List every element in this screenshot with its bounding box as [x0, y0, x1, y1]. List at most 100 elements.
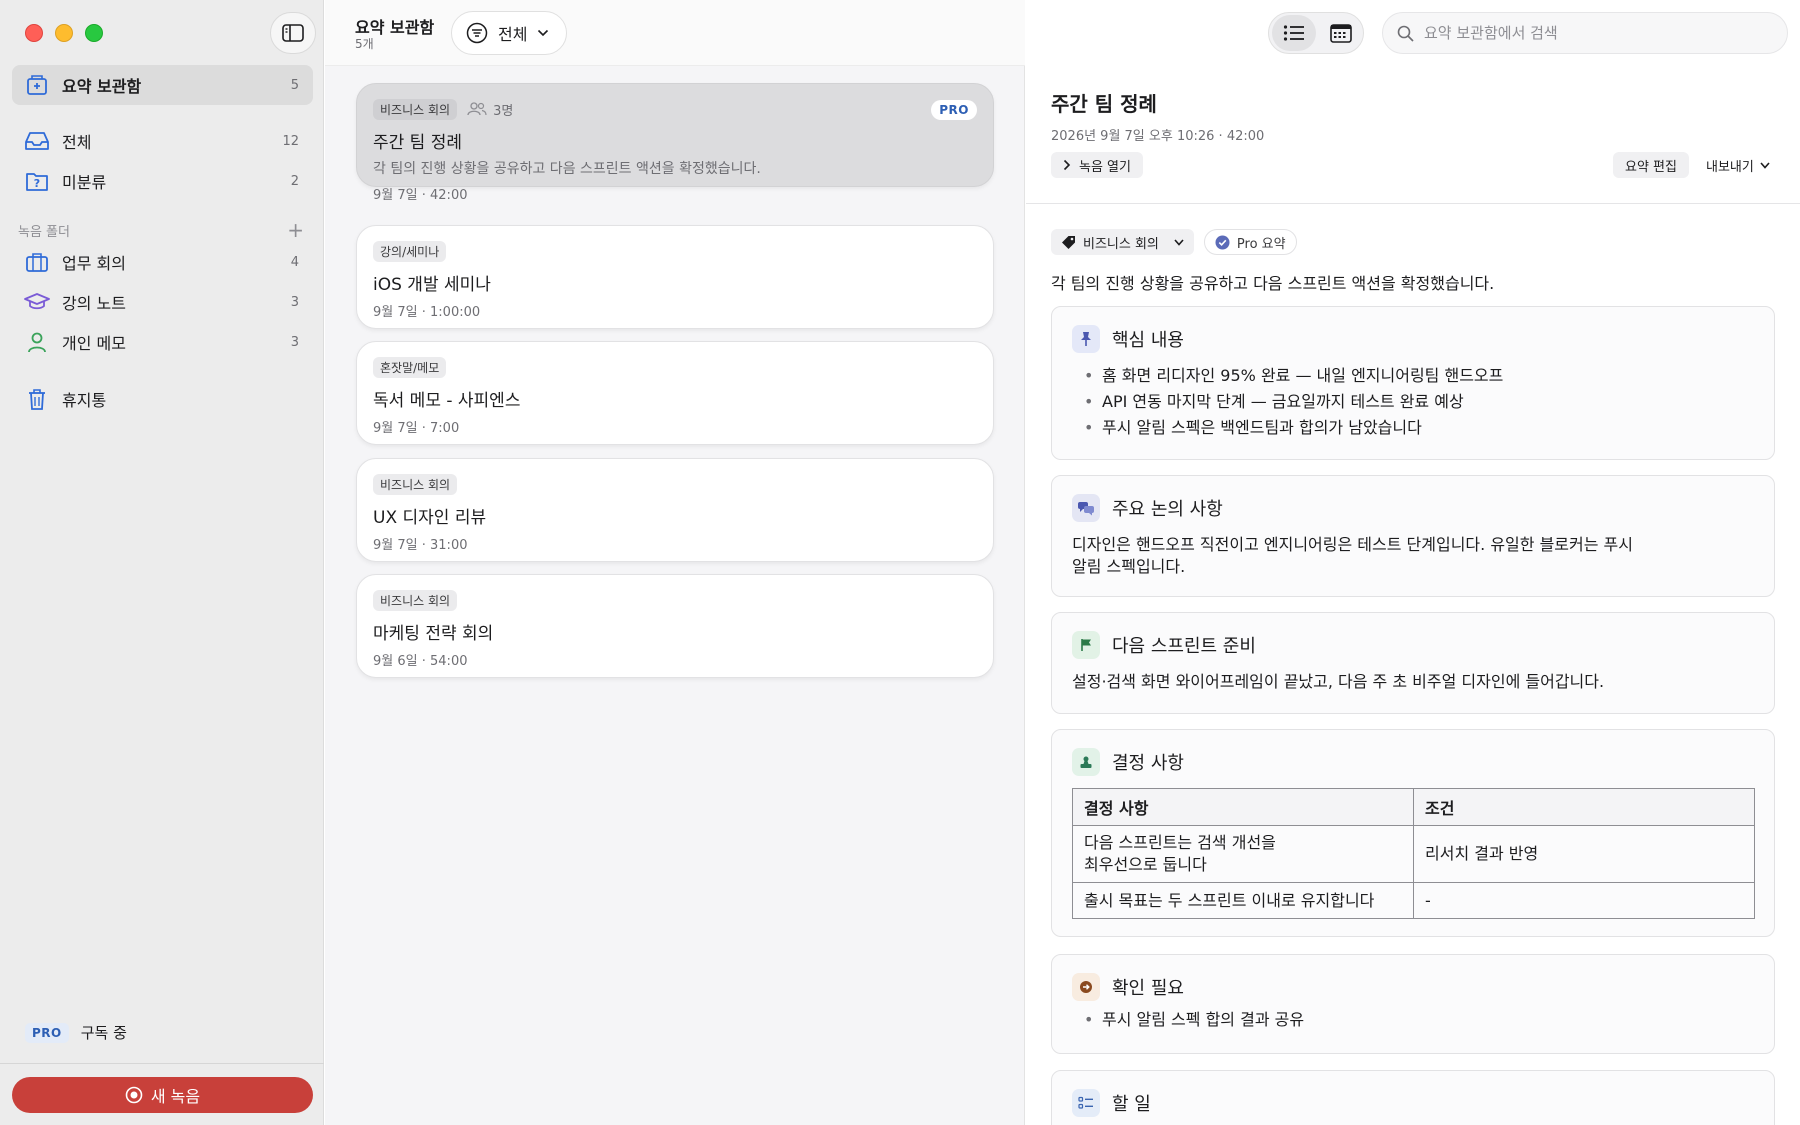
arrow-circle-icon: [1072, 973, 1100, 1001]
list-item: 푸시 알림 스펙은 백엔드팀과 합의가 남았습니다: [1072, 415, 1754, 441]
minimize-window-button[interactable]: [55, 24, 73, 42]
card-date: 9월 7일: [373, 305, 418, 320]
table-cell: 리서치 결과 반영: [1413, 825, 1755, 883]
table-header: 조건: [1413, 788, 1755, 826]
edit-summary-button[interactable]: 요약 편집: [1613, 152, 1689, 178]
table-cell: -: [1413, 882, 1755, 919]
card-meta: 9월 7일 · 7:00: [373, 421, 460, 436]
table-row: 출시 목표는 두 스프린트 이내로 유지합니다 -: [1072, 882, 1755, 919]
card-meta: 9월 7일 · 1:00:00: [373, 305, 481, 320]
card-title: 마케팅 전략 회의: [373, 624, 494, 644]
list-item: 홈 화면 리디자인 95% 완료 — 내일 엔지니어링팀 핸드오프: [1072, 363, 1754, 389]
card-meta: 9월 7일 · 31:00: [373, 538, 468, 553]
card-date: 9월 7일: [373, 188, 418, 203]
list-item: 푸시 알림 스펙 합의 결과 공유: [1072, 1007, 1754, 1033]
calendar-icon: [1330, 24, 1352, 43]
zoom-window-button[interactable]: [85, 24, 103, 42]
sidebar-item-trash[interactable]: 휴지통: [12, 379, 313, 419]
category-tag: 강의/세미나: [373, 240, 447, 262]
section-title: 다음 스프린트 준비: [1112, 636, 1256, 657]
sidebar-item-label: 개인 메모: [62, 334, 126, 353]
card-meta: 9월 7일 · 42:00: [373, 188, 468, 203]
sidebar-item-count: 3: [290, 294, 299, 310]
category-tag: 혼잣말/메모: [373, 356, 447, 378]
decision-text: 최우선으로 둡니다: [1084, 855, 1207, 874]
view-mode-toggle: [1268, 12, 1364, 54]
open-recording-button[interactable]: 녹음 열기: [1051, 152, 1143, 178]
category-tag: 비즈니스 회의: [373, 589, 458, 611]
pro-summary-label: Pro 요약: [1236, 236, 1286, 252]
open-recording-label: 녹음 열기: [1079, 159, 1131, 175]
list-header: 요약 보관함 5개 전체: [325, 0, 1025, 66]
detail-datetime: 2026년 9월 7일 오후 10:26: [1051, 129, 1215, 144]
list-count: 5개: [355, 37, 374, 51]
sidebar-divider: [0, 1063, 324, 1064]
sidebar-item-count: 3: [290, 334, 299, 350]
category-tag: 비즈니스 회의: [373, 473, 458, 495]
table-cell: 다음 스프린트는 검색 개선을 최우선으로 둡니다: [1072, 825, 1414, 883]
summary-text: 각 팀의 진행 상황을 공유하고 다음 스프린트 액션을 확정했습니다.: [1051, 274, 1495, 293]
detail-duration: 42:00: [1226, 129, 1265, 144]
calendar-view-button[interactable]: [1319, 15, 1363, 51]
card-duration: 54:00: [430, 654, 468, 669]
sidebar-item-count: 12: [282, 133, 299, 149]
new-recording-label: 새 녹음: [150, 1087, 201, 1106]
list-item: API 연동 마지막 단계 — 금요일까지 테스트 완료 예상: [1072, 389, 1754, 415]
export-label: 내보내기: [1706, 159, 1754, 175]
sidebar-icon: [282, 24, 304, 42]
section-title: 할 일: [1112, 1094, 1151, 1115]
subscription-status: PRO 구독 중: [25, 1022, 127, 1043]
verified-badge-icon: [1215, 235, 1230, 249]
table-row: 다음 스프린트는 검색 개선을 최우선으로 둡니다 리서치 결과 반영: [1072, 825, 1755, 883]
category-label: 비즈니스 회의: [1083, 236, 1159, 252]
sidebar-item-uncategorized[interactable]: ? 미분류 2: [12, 161, 313, 201]
filter-dropdown[interactable]: 전체: [451, 11, 567, 55]
summary-card[interactable]: 강의/세미나 iOS 개발 세미나 9월 7일 · 1:00:00: [356, 225, 994, 329]
sidebar-item-summary-archive[interactable]: 요약 보관함 5: [12, 65, 313, 105]
sidebar-item-lecture-notes[interactable]: 강의 노트 3: [12, 282, 313, 322]
card-duration: 42:00: [430, 188, 468, 203]
sidebar-item-label: 강의 노트: [62, 294, 126, 313]
summary-card[interactable]: 비즈니스 회의 UX 디자인 리뷰 9월 7일 · 31:00: [356, 458, 994, 562]
section-text: 설정·검색 화면 와이어프레임이 끝났고, 다음 주 초 비주얼 디자인에 들어…: [1072, 672, 1605, 691]
card-duration: 7:00: [430, 421, 460, 436]
card-title: 주간 팀 정례: [373, 133, 463, 153]
sidebar-item-personal-memo[interactable]: 개인 메모 3: [12, 322, 313, 362]
new-recording-button[interactable]: 새 녹음: [12, 1077, 313, 1113]
sidebar-item-count: 2: [290, 173, 299, 189]
summary-card[interactable]: 혼잣말/메모 독서 메모 - 사피엔스 9월 7일 · 7:00: [356, 341, 994, 445]
sidebar-item-label: 전체: [62, 133, 92, 152]
summary-card[interactable]: 비즈니스 회의 3명 PRO 주간 팀 정례 각 팀의 진행 상황을 공유하고 …: [356, 83, 994, 203]
tag-icon: [1062, 235, 1075, 249]
sidebar-toggle-button[interactable]: [270, 12, 316, 54]
pin-icon: [1072, 325, 1100, 353]
check-needed-section: 확인 필요 푸시 알림 스펙 합의 결과 공유: [1051, 954, 1775, 1054]
participants: 3명: [467, 100, 513, 119]
checklist-icon: [1072, 1089, 1100, 1117]
folders-section-title: 녹음 폴더: [18, 224, 70, 240]
filter-icon: [466, 22, 488, 44]
table-header-row: 결정 사항 조건: [1072, 788, 1755, 826]
table-cell: 출시 목표는 두 스프린트 이내로 유지합니다: [1072, 882, 1414, 919]
inbox-icon: [24, 128, 50, 154]
person-icon: [24, 329, 50, 355]
category-selector[interactable]: 비즈니스 회의: [1051, 229, 1194, 255]
add-folder-icon[interactable]: +: [287, 220, 304, 240]
close-window-button[interactable]: [25, 24, 43, 42]
key-points-section: 핵심 내용 홈 화면 리디자인 95% 완료 — 내일 엔지니어링팀 핸드오프 …: [1051, 306, 1775, 460]
sidebar-item-work-meetings[interactable]: 업무 회의 4: [12, 242, 313, 282]
category-tag: 비즈니스 회의: [373, 98, 458, 120]
card-description: 각 팀의 진행 상황을 공유하고 다음 스프린트 액션을 확정했습니다.: [373, 161, 761, 177]
question-folder-icon: ?: [24, 168, 50, 194]
export-menu-button[interactable]: 내보내기: [1706, 152, 1770, 178]
section-title: 확인 필요: [1112, 978, 1184, 999]
summary-card[interactable]: 비즈니스 회의 마케팅 전략 회의 9월 6일 · 54:00: [356, 574, 994, 678]
sidebar-item-all[interactable]: 전체 12: [12, 121, 313, 161]
sidebar: 요약 보관함 5 전체 12 ? 미분류 2 녹음 폴더 + 업무 회의 4 강…: [0, 0, 324, 1125]
search-field[interactable]: [1382, 12, 1788, 54]
search-input[interactable]: [1424, 24, 1764, 42]
sidebar-item-label: 업무 회의: [62, 254, 126, 273]
card-date: 9월 7일: [373, 538, 418, 553]
detail-chips: 비즈니스 회의 Pro 요약: [1051, 229, 1297, 255]
list-view-button[interactable]: [1272, 15, 1316, 51]
